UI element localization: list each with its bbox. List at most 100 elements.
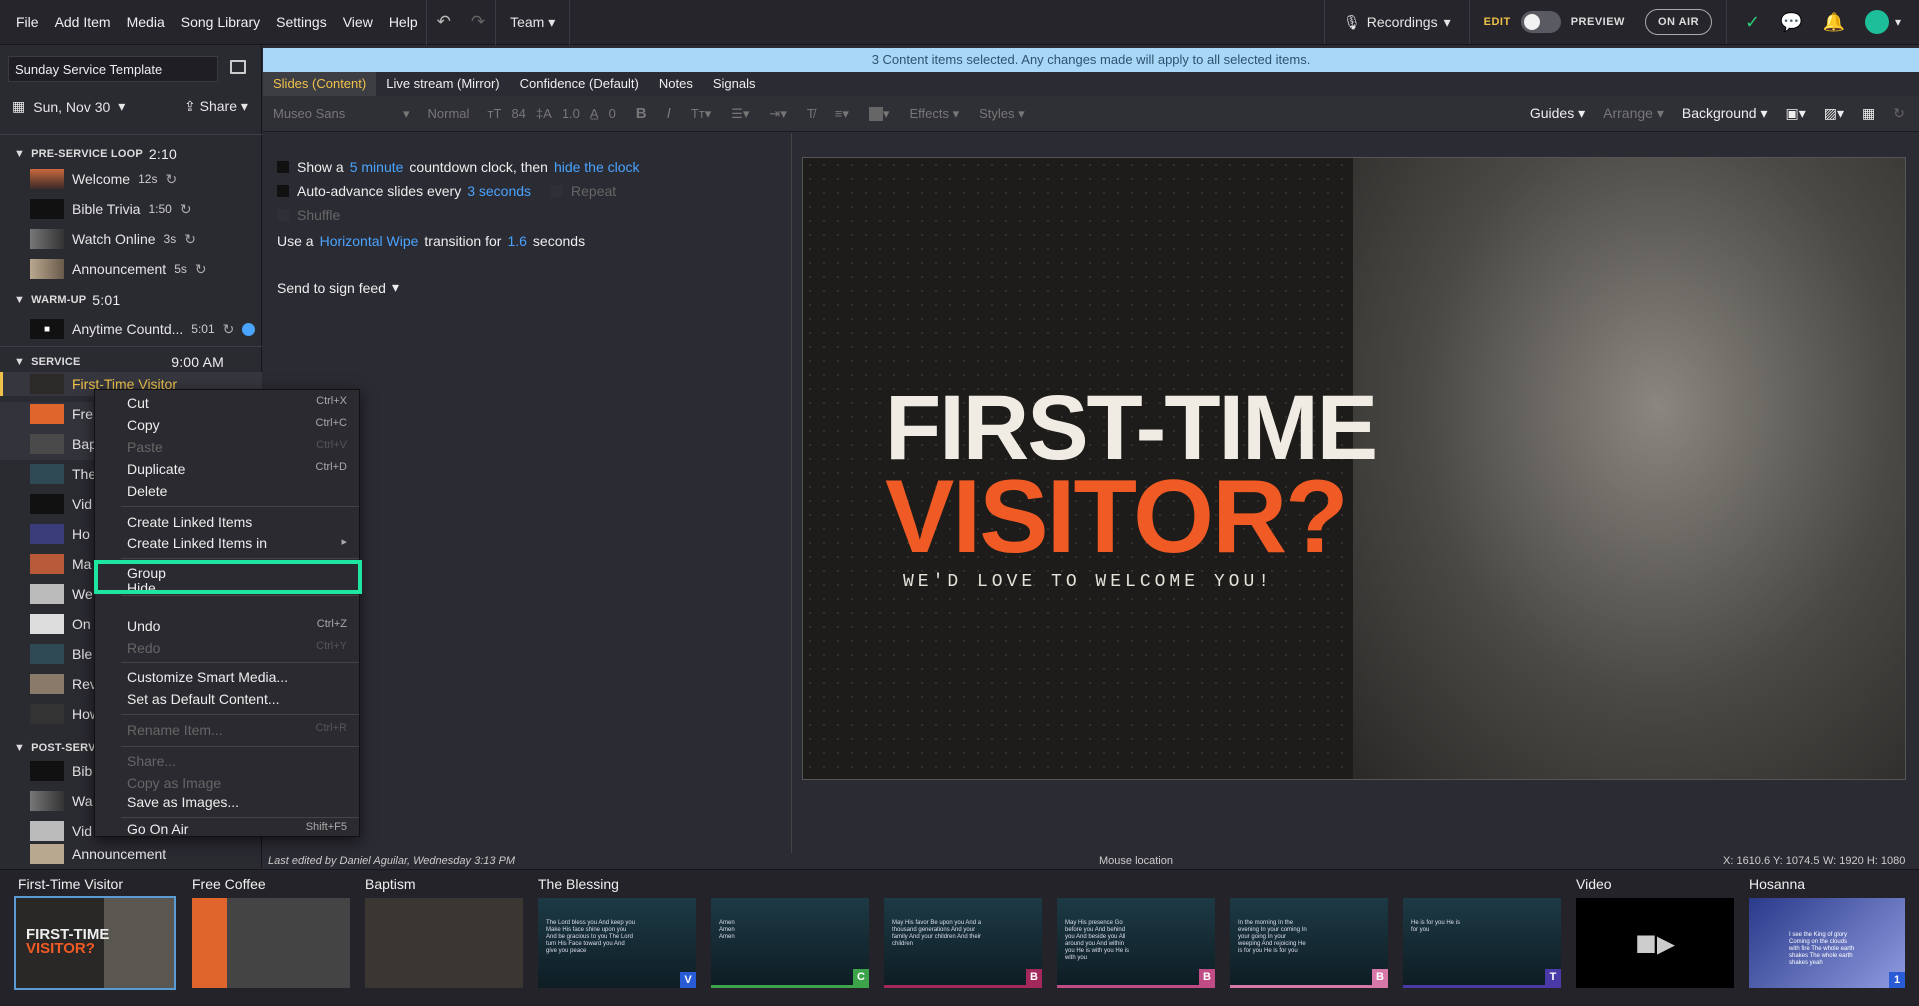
menu-item-cut[interactable]: Cut Ctrl+X (127, 395, 347, 411)
auto-advance-checkbox[interactable] (277, 185, 289, 197)
menu-item-save-as-images[interactable]: Save as Images... (127, 794, 347, 810)
list-item[interactable]: Fre (30, 401, 93, 427)
slide-preview[interactable]: FIRST-TIME VISITOR? WE'D LOVE TO WELCOME… (802, 157, 1906, 780)
color-swatch[interactable]: ▾ (859, 106, 900, 122)
slide-thumbnail[interactable]: ■▸ (1576, 898, 1734, 988)
font-family-select[interactable]: Museo Sans (263, 106, 403, 121)
slide-thumbnail[interactable]: May His favor Be upon you And a thousand… (884, 898, 1042, 988)
tab-live-stream[interactable]: Live stream (Mirror) (376, 72, 509, 96)
seconds-link[interactable]: 3 seconds (467, 183, 531, 199)
transition-duration-link[interactable]: 1.6 (507, 233, 526, 249)
list-item[interactable]: Bible Trivia 1:50 ↻ (30, 196, 192, 222)
recordings-dropdown[interactable]: 🎙 Recordings ▾ (1324, 0, 1469, 44)
list-item[interactable]: Wa (30, 788, 92, 814)
menu-item-delete[interactable]: Delete (127, 483, 347, 499)
section-post-service[interactable]: ▼ POST-SERVI (14, 742, 99, 754)
list-item[interactable]: ■ Anytime Countd... 5:01 ↻ (30, 316, 256, 342)
menu-media[interactable]: Media (119, 14, 173, 30)
play-icon[interactable] (242, 322, 256, 336)
list-item[interactable]: Announcement (30, 844, 166, 864)
menu-add-item[interactable]: Add Item (47, 14, 119, 30)
effects-dropdown[interactable]: Effects ▾ (899, 106, 969, 122)
list-item[interactable]: Announcement 5s ↻ (30, 256, 207, 282)
slide-thumbnail[interactable] (192, 898, 350, 988)
slide-thumbnail[interactable] (365, 898, 523, 988)
list-item[interactable]: On (30, 611, 91, 637)
indent-icon[interactable]: ⇥▾ (759, 106, 796, 122)
guides-dropdown[interactable]: Guides ▾ (1530, 105, 1585, 122)
edit-preview-toggle[interactable] (1520, 11, 1561, 33)
bold-icon[interactable]: B (626, 105, 657, 122)
undo-icon[interactable]: ↶ (427, 12, 461, 32)
list-item[interactable]: Vid (30, 491, 92, 517)
list-item[interactable]: Ma (30, 551, 91, 577)
text-box-icon[interactable]: ▣▾ (1786, 105, 1806, 122)
minute-link[interactable]: 5 minute (350, 159, 404, 175)
list-item[interactable]: Bap (30, 431, 97, 457)
clear-format-icon[interactable]: T̸ (797, 106, 825, 121)
list-item[interactable]: Vid (30, 818, 92, 844)
menu-song-library[interactable]: Song Library (173, 14, 268, 30)
send-to-sign-feed-dropdown[interactable]: Send to sign feed ▾ (277, 279, 399, 296)
slide-thumbnail[interactable]: He is for you He is for you T (1403, 898, 1561, 988)
section-service[interactable]: ▼ SERVICE 9:00 AM (14, 354, 224, 370)
new-window-icon[interactable] (230, 60, 246, 74)
list-item[interactable]: Rev (30, 671, 97, 697)
refresh-icon[interactable]: ↻ (1893, 105, 1905, 122)
list-item[interactable]: Ble (30, 641, 92, 667)
slide-thumbnail[interactable]: In the morning In the evening In your co… (1230, 898, 1388, 988)
menu-settings[interactable]: Settings (268, 14, 335, 30)
avatar[interactable] (1864, 10, 1889, 34)
section-warm-up[interactable]: ▼ WARM-UP 5:01 (14, 292, 120, 308)
text-case-icon[interactable]: Tт▾ (681, 106, 721, 122)
bullet-list-icon[interactable]: ☰▾ (721, 106, 759, 122)
list-item[interactable]: Watch Online 3s ↻ (30, 226, 196, 252)
on-air-button[interactable]: ON AIR (1644, 9, 1713, 35)
template-name-field[interactable]: Sunday Service Template (8, 56, 218, 82)
slide-thumbnail[interactable]: The Lord bless you And keep you Make His… (538, 898, 696, 988)
font-weight-select[interactable]: Normal (418, 106, 488, 121)
line-height-input[interactable]: 1.0 (552, 106, 590, 121)
menu-help[interactable]: Help (381, 14, 426, 30)
tab-slides-content[interactable]: Slides (Content) (263, 72, 377, 96)
slide-thumbnail[interactable]: May His presence Go before you And behin… (1057, 898, 1215, 988)
image-icon[interactable]: ▨▾ (1824, 105, 1844, 122)
list-item[interactable]: The (30, 461, 96, 487)
menu-view[interactable]: View (335, 14, 381, 30)
list-item[interactable]: Ho (30, 521, 90, 547)
background-dropdown[interactable]: Background ▾ (1682, 105, 1768, 122)
repeat-checkbox[interactable] (551, 185, 564, 197)
menu-item-customize-smart-media[interactable]: Customize Smart Media... (127, 669, 347, 685)
menu-item-create-linked-items[interactable]: Create Linked Items (127, 514, 347, 530)
slide-thumbnail[interactable]: Amen Amen Amen C (711, 898, 869, 988)
tab-confidence[interactable]: Confidence (Default) (510, 72, 649, 96)
section-pre-service[interactable]: ▼ PRE-SERVICE LOOP 2:10 (14, 146, 177, 162)
slide-thumbnail[interactable]: FIRST-TIME VISITOR? (16, 898, 174, 988)
redo-icon[interactable]: ↷ (461, 12, 495, 32)
transition-link[interactable]: Horizontal Wipe (320, 233, 419, 249)
team-dropdown[interactable]: Team ▾ (496, 14, 569, 31)
letter-spacing-input[interactable]: 0 (599, 106, 626, 121)
chat-icon[interactable]: 💬 (1780, 12, 1802, 33)
share-dropdown[interactable]: ⇪ Share ▾ (184, 98, 248, 115)
slide-thumbnail[interactable]: I see the King of glory Coming on the cl… (1749, 898, 1905, 988)
font-size-input[interactable]: 84 (501, 106, 535, 121)
chevron-down-icon[interactable]: ▾ (1895, 15, 1901, 29)
menu-item-set-default-content[interactable]: Set as Default Content... (127, 691, 347, 707)
menu-item-go-on-air[interactable]: Go On Air Shift+F5 (127, 821, 347, 837)
menu-item-undo[interactable]: Undo Ctrl+Z (127, 618, 347, 634)
align-icon[interactable]: ≡▾ (825, 106, 859, 122)
italic-icon[interactable]: I (657, 105, 681, 122)
arrange-dropdown[interactable]: Arrange ▾ (1603, 105, 1664, 122)
list-item[interactable]: How (30, 701, 100, 727)
hide-clock-link[interactable]: hide the clock (554, 159, 640, 175)
tab-notes[interactable]: Notes (649, 72, 703, 96)
menu-file[interactable]: File (8, 14, 47, 30)
shuffle-checkbox[interactable] (277, 209, 289, 221)
tab-signals[interactable]: Signals (703, 72, 766, 96)
menu-item-duplicate[interactable]: Duplicate Ctrl+D (127, 461, 347, 477)
date-dropdown[interactable]: ▦ Sun, Nov 30 ▾ (12, 98, 125, 115)
list-item[interactable]: We (30, 581, 93, 607)
list-item[interactable]: Bib (30, 758, 92, 784)
countdown-checkbox[interactable] (277, 161, 289, 173)
